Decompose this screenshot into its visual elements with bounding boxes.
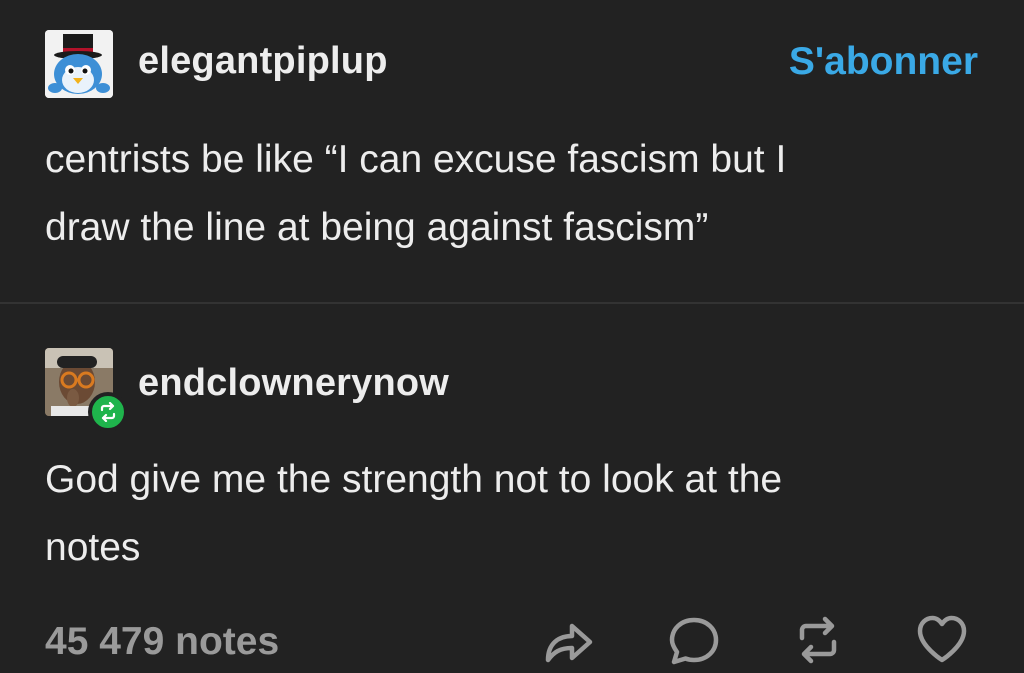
avatar[interactable] (45, 30, 113, 98)
original-post: elegantpiplup S'abonner centrists be lik… (0, 0, 1024, 302)
share-icon[interactable] (540, 612, 596, 668)
reblog-icon[interactable] (790, 612, 846, 668)
reply-icon[interactable] (666, 612, 722, 668)
username[interactable]: endclownerynow (138, 362, 449, 405)
piplup-avatar-icon (45, 30, 113, 98)
heart-icon[interactable] (914, 612, 970, 668)
reblog-arrows-icon (100, 402, 116, 422)
post-body-line: notes (45, 526, 141, 569)
post-body-line: God give me the strength not to look at … (45, 458, 783, 501)
reblog-post: endclownerynow God give me the strength … (0, 304, 1024, 673)
post-body: centrists be like “I can excuse fascism … (45, 126, 985, 262)
follow-button[interactable]: S'abonner (789, 40, 978, 84)
post-body-line: draw the line at being against fascism” (45, 206, 709, 249)
username[interactable]: elegantpiplup (138, 40, 388, 83)
post-actions (0, 612, 1024, 672)
post-body-line: centrists be like “I can excuse fascism … (45, 138, 787, 181)
reblog-badge-icon (88, 392, 128, 432)
post-body: God give me the strength not to look at … (45, 446, 985, 582)
